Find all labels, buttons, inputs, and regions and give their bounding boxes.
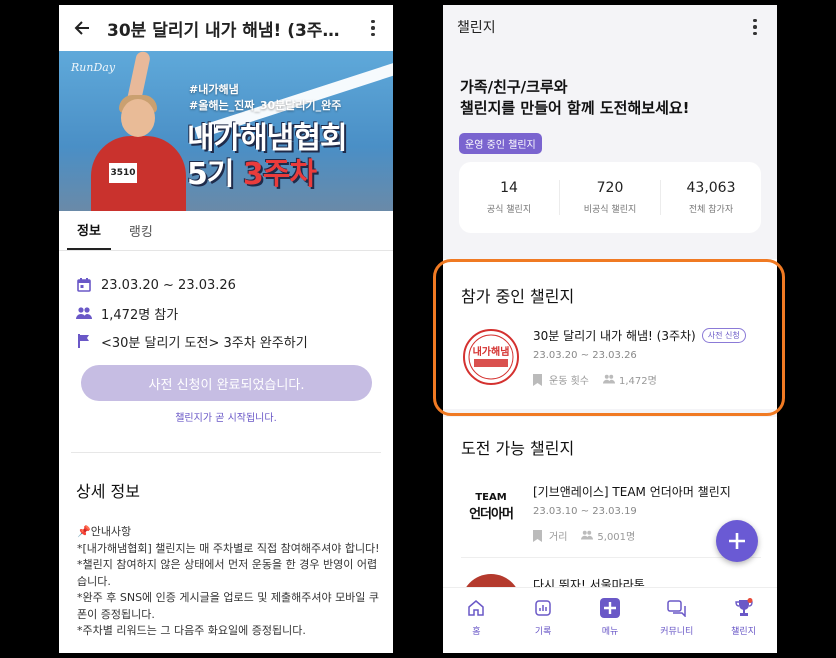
app-bar: 챌린지: [443, 5, 777, 49]
challenge-type: 운동 횟수: [549, 376, 589, 387]
hero-text: 가족/친구/크루와 챌린지를 만들어 함께 도전해보세요!: [460, 78, 690, 117]
people-icon: [75, 304, 93, 322]
participants-text: 1,472명 참가: [101, 307, 179, 323]
brand-logo: RunDay: [71, 61, 116, 74]
challenge-list-screen: 챌린지 가족/친구/크루와 챌린지를 만들어 함께 도전해보세요! 운영 중인 …: [443, 5, 777, 653]
challenge-count: 5,001명: [597, 532, 636, 543]
challenge-name: [기브앤레이스] TEAM 언더아머 챌린지: [533, 485, 731, 499]
tab-info[interactable]: 정보: [67, 211, 111, 250]
banner-headline-2: 5기 3주차: [187, 157, 317, 192]
home-icon: [466, 598, 486, 618]
challenge-info: 23.03.20 ~ 23.03.26 1,472명 참가 <30분 달리기 도…: [59, 251, 393, 355]
race-bib: 3510: [109, 163, 137, 183]
app-bar: 30분 달리기 내가 해냄! (3주…: [59, 5, 393, 51]
trophy-icon: [734, 598, 754, 618]
add-challenge-button[interactable]: [716, 520, 758, 562]
flag-icon: [75, 332, 93, 350]
record-icon: [533, 598, 553, 618]
nav-menu[interactable]: 메뉴: [577, 588, 644, 653]
detail-body: 📌안내사항 *[내가해냄협회] 챌린지는 매 주차별로 직접 참여해주셔야 합니…: [77, 525, 380, 637]
back-arrow-icon[interactable]: [71, 17, 93, 39]
bookmark-icon: [533, 529, 545, 542]
chat-icon: [667, 598, 687, 618]
team-underarmour-logo: TEAM 언더아머: [461, 477, 521, 537]
challenge-date: 23.03.20 ~ 23.03.26: [533, 350, 637, 361]
participants-row: 1,472명 참가: [75, 299, 393, 327]
bottom-nav: 홈 기록 메뉴 커뮤니티 챌린지: [443, 587, 777, 653]
joined-challenge-item[interactable]: 내가해냄 30분 달리기 내가 해냄! (3주차) 사전 신청 23.03.20 …: [443, 327, 777, 409]
nav-challenge[interactable]: 챌린지: [710, 588, 777, 653]
joined-title: 참가 중인 챌린지: [461, 287, 575, 306]
nav-home[interactable]: 홈: [443, 588, 510, 653]
stat-unofficial: 720 비공식 챌린지: [560, 180, 661, 215]
challenge-name: 30분 달리기 내가 해냄! (3주차): [533, 329, 696, 343]
bookmark-icon: [533, 373, 545, 386]
available-title: 도전 가능 챌린지: [461, 439, 575, 458]
runner-head: [121, 99, 155, 137]
registration-done-button[interactable]: 사전 신청이 완료되었습니다.: [81, 365, 372, 401]
runner-body: [91, 136, 186, 211]
stats-card: 14 공식 챌린지 720 비공식 챌린지 43,063 전체 참가자: [459, 162, 761, 233]
running-challenges-pill: 운영 중인 챌린지: [459, 133, 542, 154]
more-vert-icon[interactable]: [363, 19, 383, 37]
joined-section: 참가 중인 챌린지 내가해냄 30분 달리기 내가 해냄! (3주차) 사전 신청…: [443, 259, 777, 409]
challenge-type: 거리: [549, 532, 568, 543]
list-divider: [461, 557, 761, 558]
period-row: 23.03.20 ~ 23.03.26: [75, 271, 393, 299]
detail-title: 상세 정보: [76, 482, 140, 501]
stat-participants: 43,063 전체 참가자: [686, 180, 736, 215]
calendar-icon: [75, 276, 93, 294]
svg-text:내가해냄: 내가해냄: [473, 345, 510, 358]
section-divider: [71, 452, 381, 453]
challenge-date: 23.03.10 ~ 23.03.19: [533, 506, 637, 517]
goal-text: <30분 달리기 도전> 3주차 완주하기: [101, 335, 308, 351]
people-icon: [581, 530, 594, 542]
challenge-detail-screen: 30분 달리기 내가 해냄! (3주… 3510 RunDay #내가해냄 #올…: [59, 5, 393, 653]
goal-row: <30분 달리기 도전> 3주차 완주하기: [75, 327, 393, 355]
plus-square-icon: [599, 598, 620, 618]
more-vert-icon[interactable]: [745, 18, 765, 36]
challenge-banner: 3510 RunDay #내가해냄 #올해는_진짜_30분달리기_완주 내가해냄…: [59, 51, 393, 211]
page-title: 챌린지: [457, 20, 496, 36]
banner-hashtag-2: #올해는_진짜_30분달리기_완주: [189, 99, 342, 112]
nav-community[interactable]: 커뮤니티: [643, 588, 710, 653]
challenge-stamp-icon: 내가해냄: [461, 327, 521, 387]
period-text: 23.03.20 ~ 23.03.26: [101, 277, 236, 293]
banner-hashtag-1: #내가해냄: [189, 83, 239, 96]
stat-official: 14 공식 챌린지: [459, 180, 560, 215]
pre-register-badge: 사전 신청: [701, 328, 746, 343]
detail-tabs: 정보 랭킹: [59, 211, 393, 251]
tab-ranking[interactable]: 랭킹: [119, 211, 163, 250]
challenge-count: 1,472명: [618, 376, 657, 387]
starting-soon-text: 챌린지가 곧 시작됩니다.: [175, 413, 277, 424]
nav-record[interactable]: 기록: [510, 588, 577, 653]
page-title: 30분 달리기 내가 해냄! (3주…: [107, 20, 340, 41]
people-icon: [602, 374, 615, 386]
